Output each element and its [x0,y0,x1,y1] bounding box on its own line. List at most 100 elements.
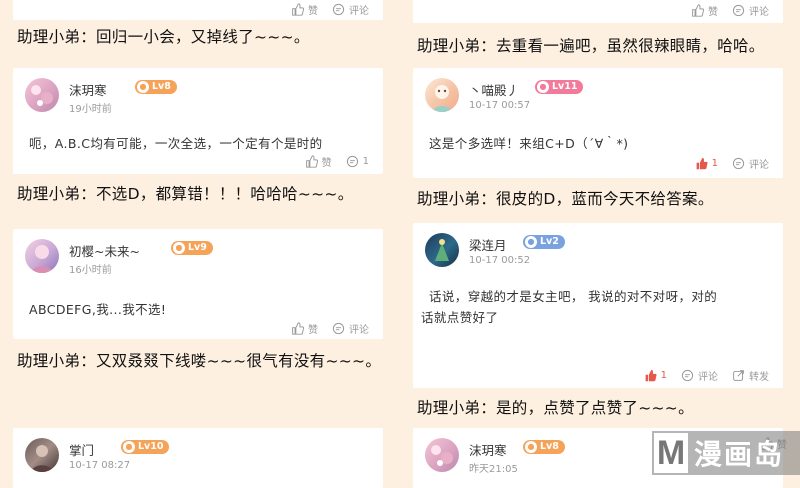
comment-button[interactable]: 评论 [332,321,369,336]
level-badge: ● Lv10 [121,440,170,454]
like-count: 1 [711,158,718,169]
avatar[interactable] [25,239,59,273]
level-icon: ● [525,441,537,453]
like-button[interactable]: 赞 [305,154,332,169]
thumbs-up-icon [292,322,304,335]
share-icon [733,370,744,381]
site-watermark: M 漫画岛 [652,431,800,475]
comment-actions: 赞 评论 [291,321,369,336]
like-button[interactable]: 赞 [691,3,718,18]
comment-card-partial: 赞 评论 [13,0,383,20]
comment-text: ABCDEFG,我...我不选! [29,302,167,317]
avatar-image-icon [31,85,53,106]
timestamp: 10-17 00:57 [469,100,531,111]
avatar-image-icon [431,445,453,466]
level-label: Lv9 [188,242,207,253]
comment-icon [332,3,345,16]
avatar[interactable] [25,78,59,112]
comment-label: 评论 [349,6,369,17]
assistant-caption: 助理小弟：又双叒叕下线喽~~~很气有没有~~~。 [17,352,382,370]
forward-button[interactable]: 转发 [732,368,769,383]
level-label: Lv8 [152,81,171,92]
username[interactable]: 丶喵殿丿 [469,80,519,99]
avatar[interactable] [425,233,459,267]
timestamp: 10-17 00:52 [469,255,531,266]
avatar[interactable] [425,438,459,472]
assistant-caption: 助理小弟：是的，点赞了点赞了~~~。 [417,399,694,417]
comment-label: 评论 [749,160,769,171]
avatar[interactable] [425,78,459,112]
like-label: 赞 [308,6,318,17]
timestamp: 10-17 08:27 [69,460,131,471]
username[interactable]: 梁连月 [469,235,507,254]
like-button[interactable]: 赞 [291,321,318,336]
thumbs-up-icon [692,4,704,17]
comment-button[interactable]: 1 [346,155,369,168]
comment-card: 丶喵殿丿 ● Lv11 10-17 00:57 这是个多选咩！来组C+D（´∀｀… [413,68,783,178]
like-count: 1 [660,370,667,381]
level-badge: ● Lv11 [535,80,584,94]
comment-icon [332,322,345,335]
level-icon: ● [173,242,185,254]
comment-label: 评论 [698,372,718,383]
comment-card-partial: 赞 评论 [413,0,783,23]
avatar[interactable] [25,438,59,472]
assistant-caption: 助理小弟：去重看一遍吧，虽然很辣眼睛，哈哈。 [417,37,765,55]
like-button[interactable]: 1 [695,157,718,170]
assistant-caption: 助理小弟：不选D，都算错！！！哈哈哈~~~。 [17,185,354,203]
level-label: Lv10 [138,441,164,452]
thumbs-up-icon [292,3,304,16]
level-badge: ● Lv2 [523,235,565,249]
level-label: Lv2 [540,236,559,247]
timestamp: 19小时前 [69,104,112,115]
like-button[interactable]: 1 [644,369,667,382]
like-label: 赞 [708,7,718,18]
watermark-text: 漫画岛 [694,438,785,471]
comment-icon [732,157,745,170]
comment-button[interactable]: 评论 [681,368,718,383]
level-icon: ● [525,236,537,248]
level-icon: ● [137,81,149,93]
forward-label: 转发 [749,372,769,383]
thumbs-up-filled-icon [645,369,657,382]
level-badge: ● Lv9 [171,241,213,255]
comment-card: 掌门 ● Lv10 10-17 08:27 [13,428,383,488]
timestamp: 16小时前 [69,265,112,276]
comment-icon [732,4,745,17]
avatar-image-icon [31,445,53,472]
comment-actions: 1 评论 转发 [644,368,769,383]
comment-text-line-1: 话说，穿越的才是女主吧， 我说的对不对呀，对的 [429,289,718,304]
username[interactable]: 掌门 [69,440,94,459]
comment-icon [681,369,694,382]
comment-actions: 1 评论 [695,156,769,171]
thumbs-up-icon [305,155,318,168]
username[interactable]: 沫玥寒 [69,80,107,99]
level-badge: ● Lv8 [523,440,565,454]
comment-label: 评论 [349,325,369,336]
assistant-caption: 助理小弟：很皮的D，蓝而今天不给答案。 [417,190,714,208]
comment-button[interactable]: 评论 [732,3,769,18]
comment-icon [346,155,358,168]
username[interactable]: 初樱~未来~ [69,241,140,260]
comment-text: 这是个多选咩！来组C+D（´∀｀*) [429,136,629,151]
assistant-caption: 助理小弟：回归一小会，又掉线了~~~。 [17,28,310,46]
avatar-image-icon [435,239,449,261]
comment-text: 呃，A.B.C均有可能，一次全选，一个定有个是时的 [29,136,323,151]
comment-count: 1 [362,156,369,167]
avatar-image-icon [31,245,53,273]
level-icon: ● [537,81,549,93]
username[interactable]: 沫玥寒 [469,440,507,459]
comment-actions: 赞 评论 [291,2,369,17]
level-label: Lv11 [552,81,578,92]
like-label: 赞 [321,158,332,169]
comment-label: 评论 [749,7,769,18]
thumbs-up-filled-icon [696,157,708,170]
like-label: 赞 [308,325,318,336]
level-badge: ● Lv8 [135,80,177,94]
comment-card: 沫玥寒 ● Lv8 19小时前 呃，A.B.C均有可能，一次全选，一个定有个是时… [13,68,383,174]
like-button[interactable]: 赞 [291,2,318,17]
level-icon: ● [123,441,135,453]
timestamp: 昨天21:05 [469,464,518,475]
comment-button[interactable]: 评论 [732,156,769,171]
comment-button[interactable]: 评论 [332,2,369,17]
